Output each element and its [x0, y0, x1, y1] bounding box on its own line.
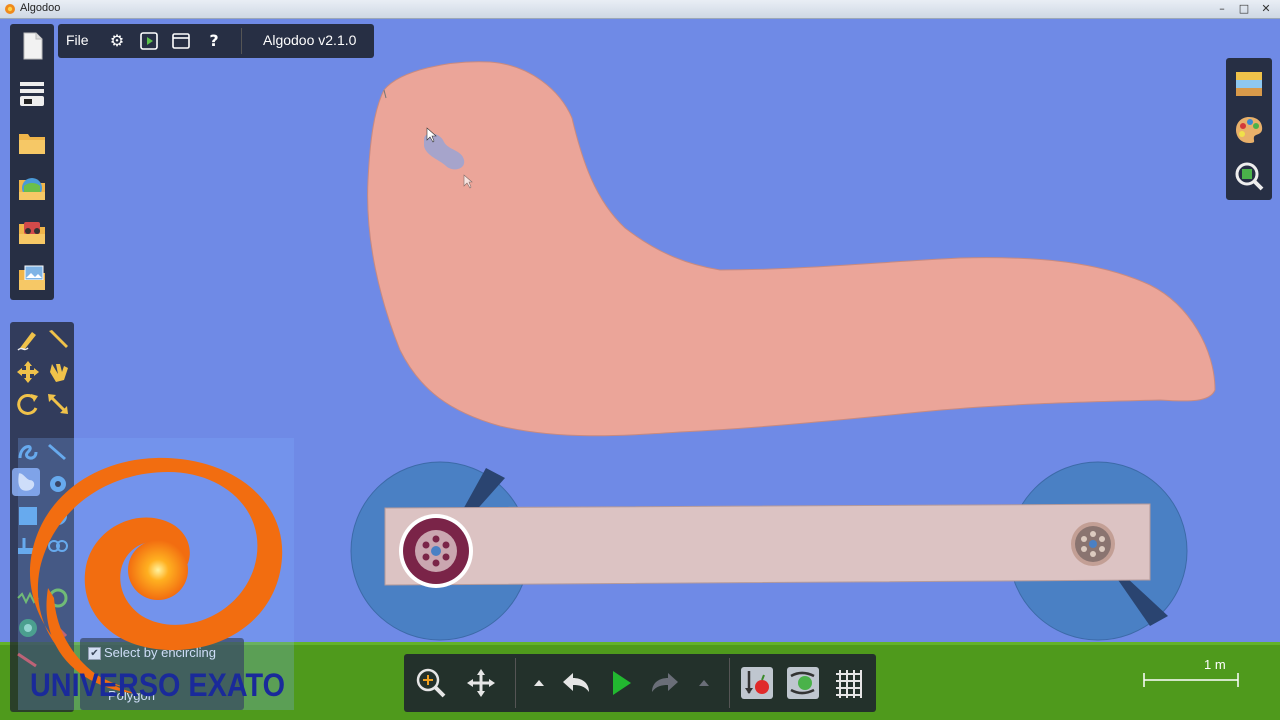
- play-scene-icon[interactable]: [138, 30, 160, 52]
- grid-icon[interactable]: [832, 666, 866, 700]
- simulation-toolbar: [404, 654, 876, 712]
- scale-bar: [1143, 673, 1239, 687]
- gravity-icon[interactable]: [740, 666, 774, 700]
- drag-tool-icon[interactable]: [44, 358, 72, 386]
- window-icon[interactable]: [170, 30, 192, 52]
- redo-icon[interactable]: [648, 666, 682, 700]
- window-title: Algodoo: [20, 2, 61, 14]
- version-label: Algodoo v2.1.0: [263, 32, 357, 48]
- zoom-icon[interactable]: [414, 666, 448, 700]
- speed-down-arrow-icon[interactable]: [687, 666, 721, 700]
- chassis-plank[interactable]: [384, 503, 1151, 586]
- right-toolbar: [1226, 58, 1272, 200]
- help-icon[interactable]: ?: [203, 30, 225, 52]
- toolbar-separator: [729, 658, 730, 708]
- maximize-button[interactable]: □: [1234, 1, 1254, 16]
- toolbar-toggle-icon[interactable]: [16, 78, 48, 110]
- scene-folder-icon[interactable]: [16, 216, 48, 248]
- speed-up-arrow-icon[interactable]: [522, 666, 556, 700]
- scale-indicator: 1 m: [1140, 654, 1244, 694]
- open-folder-icon[interactable]: [16, 126, 48, 158]
- new-scene-icon[interactable]: [16, 30, 48, 62]
- move-tool-icon[interactable]: [14, 358, 42, 386]
- left-axle-motor[interactable]: [399, 514, 473, 588]
- browse-online-icon[interactable]: [16, 172, 48, 204]
- window-titlebar: Algodoo – □ ✕: [0, 0, 1280, 19]
- image-folder-icon[interactable]: [16, 262, 48, 294]
- right-axle[interactable]: [1071, 522, 1115, 566]
- play-icon[interactable]: [603, 666, 637, 700]
- rotate-tool-icon[interactable]: [14, 390, 42, 418]
- sketch-tool-icon[interactable]: [14, 326, 42, 354]
- undo-icon[interactable]: [559, 666, 593, 700]
- toolbar-separator: [515, 658, 516, 708]
- menu-separator: [241, 28, 242, 54]
- zoom-preview-icon[interactable]: [1233, 160, 1265, 192]
- file-menu[interactable]: File: [66, 32, 89, 48]
- close-button[interactable]: ✕: [1256, 1, 1276, 16]
- scale-tool-icon[interactable]: [44, 390, 72, 418]
- appearance-palette-icon[interactable]: [1233, 114, 1265, 146]
- left-file-toolbar: [10, 24, 54, 300]
- universo-exato-logo-text: UNIVERSO EXATO: [30, 667, 285, 703]
- air-friction-icon[interactable]: [786, 666, 820, 700]
- knife-tool-icon[interactable]: [44, 326, 72, 354]
- gear-icon[interactable]: ⚙: [106, 30, 128, 52]
- minimize-button[interactable]: –: [1212, 1, 1232, 16]
- app-icon: [5, 4, 15, 14]
- background-icon[interactable]: [1233, 68, 1265, 100]
- pan-icon[interactable]: [464, 666, 498, 700]
- main-menu-bar: File ⚙ ? Algodoo v2.1.0: [58, 24, 374, 58]
